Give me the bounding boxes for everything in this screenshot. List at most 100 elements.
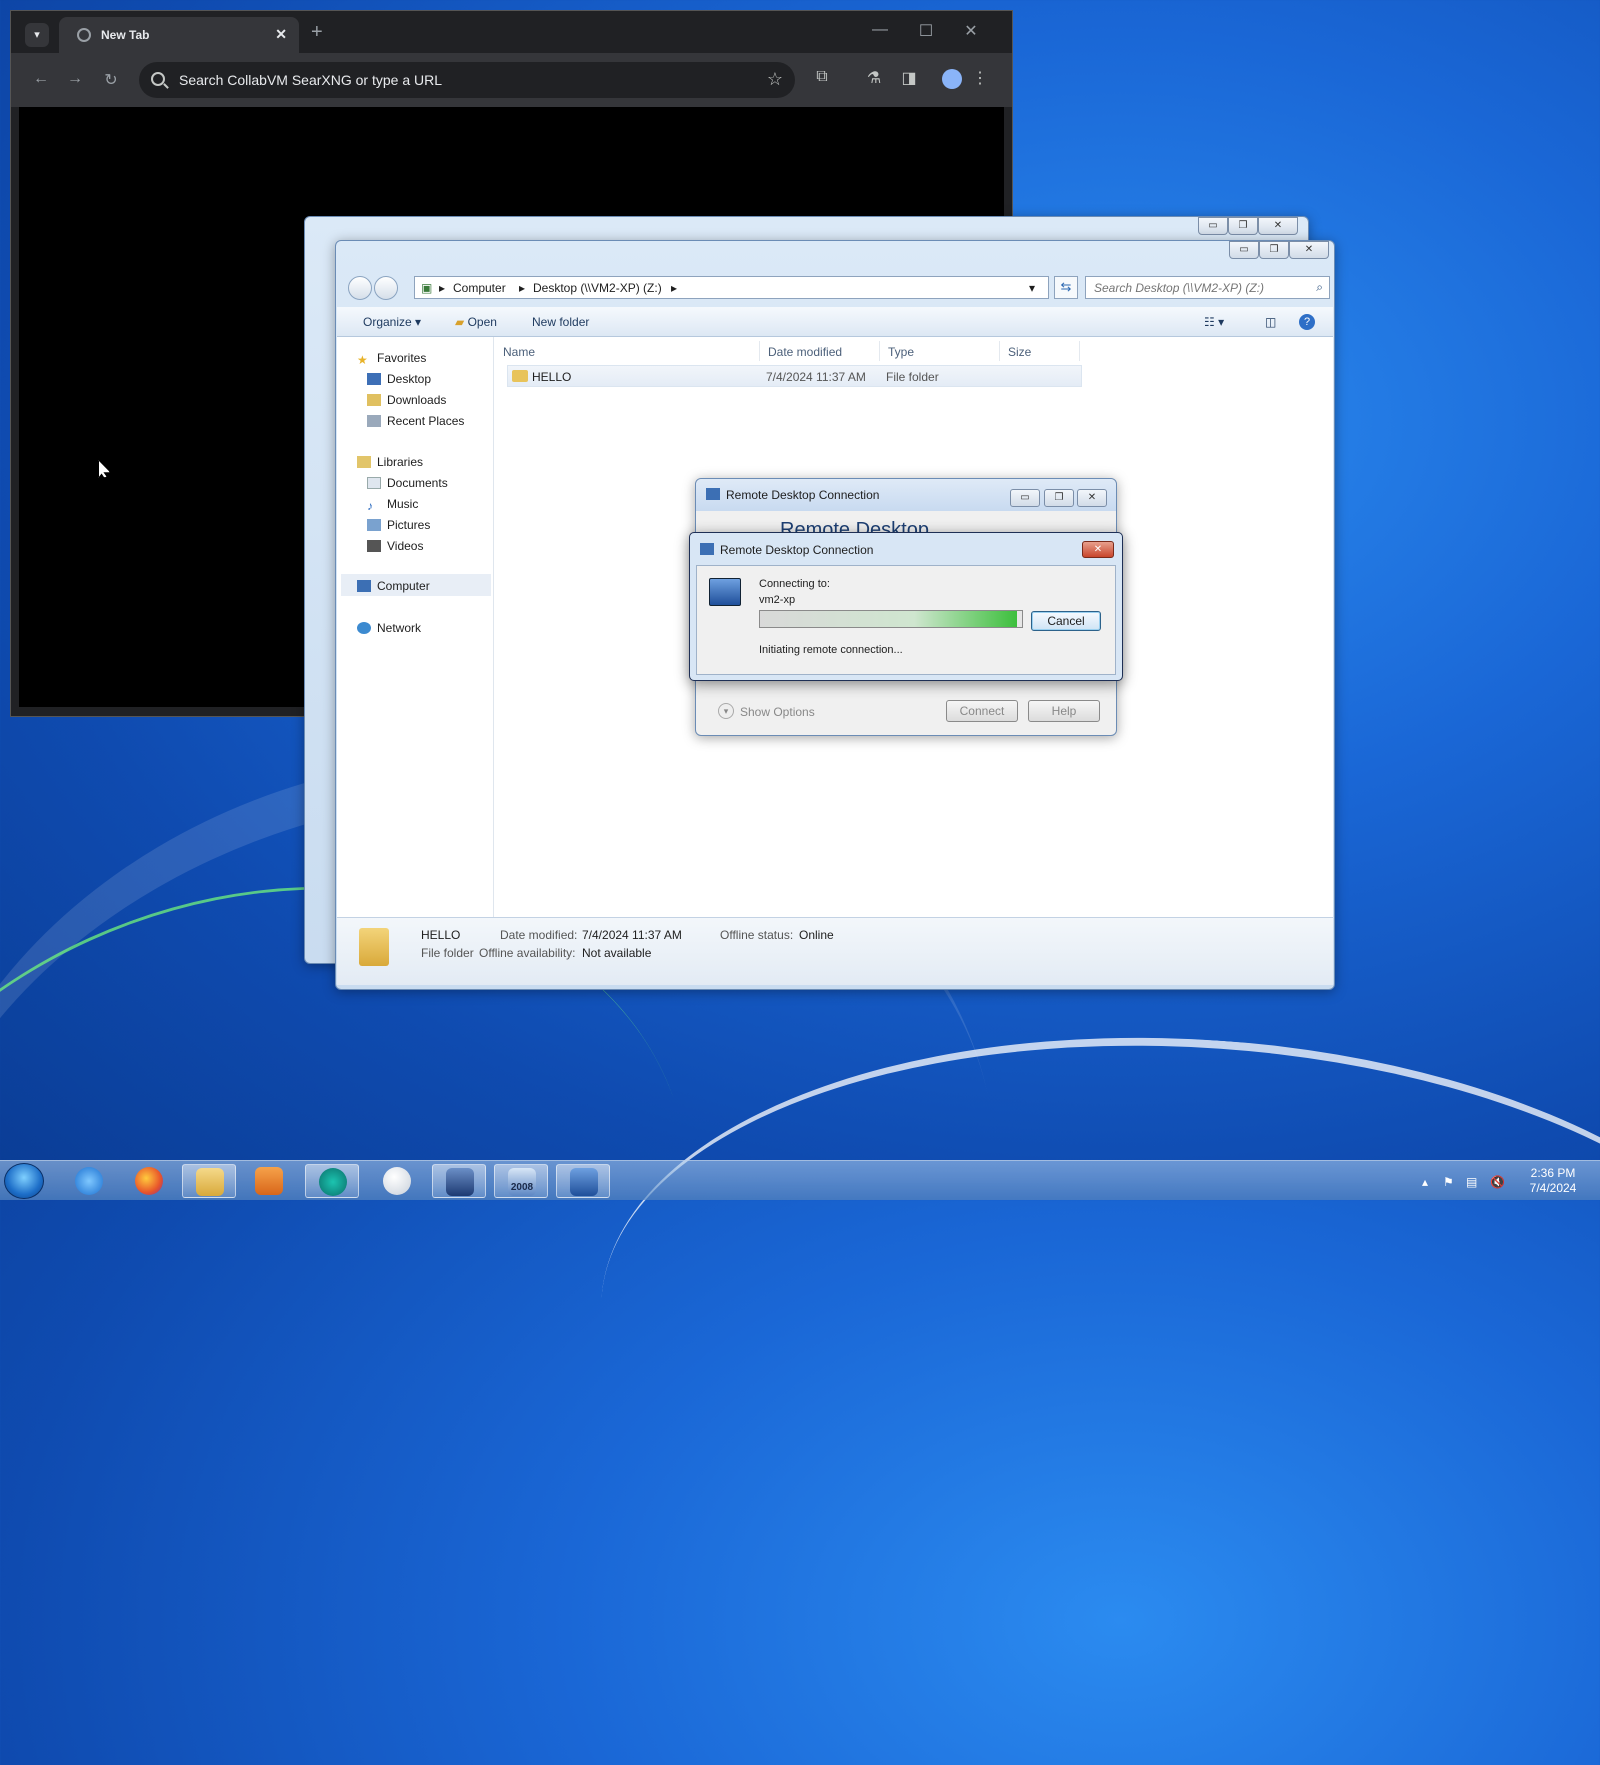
column-header-size[interactable]: Size (1000, 341, 1080, 361)
nav-favorites[interactable]: ★ Favorites (357, 351, 427, 367)
nav-network[interactable]: Network (357, 621, 421, 635)
minimize-button[interactable]: — (865, 21, 895, 39)
minimize-button[interactable]: ▭ (1198, 217, 1228, 235)
show-options-icon[interactable]: ▾ (718, 703, 734, 719)
maximize-button[interactable]: ❐ (1259, 241, 1289, 259)
tab-strip: ▾ New Tab ✕ + — ☐ ✕ (11, 11, 1012, 53)
nav-libraries[interactable]: Libraries (357, 455, 423, 469)
cancel-button[interactable]: Cancel (1031, 611, 1101, 631)
chrome-toolbar: ← → ↻ ☆ ⧉ ⚗ ◨ ⋮ (11, 53, 1012, 107)
close-button[interactable]: ✕ (1082, 541, 1114, 558)
close-button[interactable]: ✕ (1077, 489, 1107, 507)
volume-muted-icon[interactable]: 🔇 (1490, 1175, 1505, 1189)
close-button[interactable]: ✕ (1258, 217, 1298, 235)
minimize-button[interactable]: ▭ (1010, 489, 1040, 507)
nav-downloads[interactable]: Downloads (367, 393, 446, 407)
back-icon[interactable]: ← (29, 70, 53, 88)
column-header-name[interactable]: Name (495, 341, 760, 361)
maximize-button[interactable]: ❐ (1044, 489, 1074, 507)
media-player-icon (255, 1167, 283, 1195)
forward-button[interactable] (374, 276, 398, 300)
organize-button[interactable]: Organize ▾ (363, 315, 421, 329)
extensions-icon[interactable]: ⧉ (810, 68, 834, 86)
column-header-type[interactable]: Type (880, 341, 1000, 361)
profile-avatar-icon[interactable] (942, 69, 962, 89)
details-offline-status-label: Offline status: (720, 928, 794, 942)
details-date-label: Date modified: (500, 928, 578, 942)
new-folder-button[interactable]: New folder (532, 315, 589, 329)
nav-computer[interactable]: Computer (357, 579, 430, 593)
help-button[interactable]: Help (1028, 700, 1100, 722)
libraries-icon (357, 456, 371, 468)
details-date-value: 7/4/2024 11:37 AM (582, 928, 682, 942)
action-center-flag-icon[interactable]: ⚑ (1443, 1175, 1454, 1189)
forward-icon[interactable]: → (63, 70, 87, 88)
tab-new-tab[interactable]: New Tab ✕ (59, 17, 299, 53)
omnibox-input[interactable] (177, 62, 737, 98)
show-options-label[interactable]: Show Options (740, 705, 815, 719)
preview-pane-icon[interactable]: ◫ (1265, 315, 1276, 329)
taskbar-chrome[interactable] (305, 1164, 359, 1198)
taskbar-remote-desktop[interactable] (556, 1164, 610, 1198)
side-panel-icon[interactable]: ◨ (897, 68, 921, 88)
connection-status: Initiating remote connection... (759, 644, 903, 656)
search-input[interactable] (1092, 277, 1307, 298)
downloads-icon (367, 394, 381, 406)
search-icon: ⌕ (1316, 280, 1323, 294)
nav-recent-places[interactable]: Recent Places (367, 414, 464, 428)
labs-flask-icon[interactable]: ⚗ (862, 68, 886, 88)
virtualbox-icon (446, 1168, 474, 1196)
nav-videos[interactable]: Videos (367, 539, 423, 553)
desktop-swoosh (580, 998, 1600, 1682)
taskbar-visual-studio[interactable]: 2008 (494, 1164, 548, 1198)
nav-pictures[interactable]: Pictures (367, 518, 430, 532)
bookmark-star-icon[interactable]: ☆ (767, 69, 783, 90)
address-row: ▣ ▸ Computer ▸ Desktop (\\VM2-XP) (Z:) ▸… (344, 273, 1330, 303)
menu-dots-icon[interactable]: ⋮ (968, 68, 992, 88)
taskbar-ie[interactable] (62, 1164, 116, 1198)
nav-documents[interactable]: Documents (367, 476, 448, 490)
address-dropdown-icon[interactable]: ▾ (1029, 281, 1035, 295)
row-date: 7/4/2024 11:37 AM (766, 370, 866, 384)
breadcrumb-desktop[interactable]: Desktop (\\VM2-XP) (Z:) (533, 281, 662, 295)
details-kind: File folder (421, 946, 474, 960)
maximize-button[interactable]: ❐ (1228, 217, 1258, 235)
taskbar-app-orb[interactable] (370, 1164, 424, 1198)
network-tray-icon[interactable]: ▤ (1466, 1175, 1477, 1189)
details-offline-availability-label: Offline availability: (479, 946, 576, 960)
taskbar-virtualbox[interactable] (432, 1164, 486, 1198)
nav-label: Pictures (387, 518, 431, 532)
taskbar-media-player[interactable] (242, 1164, 296, 1198)
nav-music[interactable]: ♪ Music (367, 497, 418, 513)
search-box[interactable]: ⌕ (1085, 276, 1330, 299)
back-button[interactable] (348, 276, 372, 300)
column-header-date[interactable]: Date modified (760, 341, 880, 361)
close-tab-icon[interactable]: ✕ (275, 26, 287, 43)
start-button[interactable] (4, 1163, 44, 1199)
pictures-icon (367, 519, 381, 531)
taskbar-clock[interactable]: 2:36 PM 7/4/2024 (1520, 1166, 1586, 1196)
help-icon[interactable]: ? (1299, 314, 1315, 330)
reload-icon[interactable]: ↻ (99, 70, 123, 90)
taskbar-explorer[interactable] (182, 1164, 236, 1198)
omnibox[interactable]: ☆ (139, 62, 795, 98)
details-offline-availability-value: Not available (582, 946, 652, 960)
breadcrumb-computer[interactable]: Computer (453, 281, 506, 295)
close-button[interactable]: ✕ (956, 21, 986, 41)
maximize-button[interactable]: ☐ (911, 21, 941, 41)
music-icon: ♪ (367, 499, 373, 513)
taskbar-firefox[interactable] (122, 1164, 176, 1198)
address-bar[interactable]: ▣ ▸ Computer ▸ Desktop (\\VM2-XP) (Z:) ▸… (414, 276, 1049, 299)
connect-button[interactable]: Connect (946, 700, 1018, 722)
tab-search-button[interactable]: ▾ (25, 23, 49, 47)
nav-desktop[interactable]: Desktop (367, 372, 431, 386)
minimize-button[interactable]: ▭ (1229, 241, 1259, 259)
nav-label: Favorites (377, 351, 427, 365)
show-hidden-icons[interactable]: ▴ (1422, 1175, 1428, 1189)
refresh-icon[interactable]: ⇆ (1054, 276, 1078, 299)
new-tab-button[interactable]: + (311, 21, 323, 44)
view-options-icon[interactable]: ☷ ▾ (1204, 315, 1224, 329)
table-row[interactable]: HELLO 7/4/2024 11:37 AM File folder (507, 365, 1082, 387)
close-button[interactable]: ✕ (1289, 241, 1329, 259)
open-button[interactable]: ▰ Open (455, 315, 497, 329)
